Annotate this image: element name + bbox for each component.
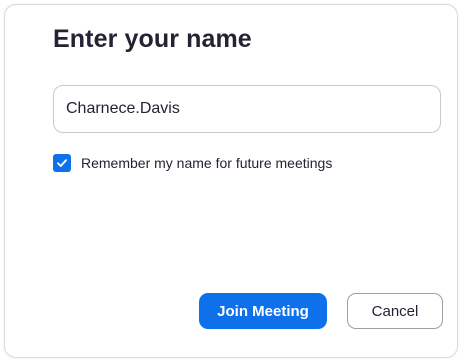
remember-name-option[interactable]: Remember my name for future meetings (53, 153, 332, 173)
cancel-button[interactable]: Cancel (347, 293, 443, 329)
checkmark-icon (57, 159, 67, 167)
join-meeting-button[interactable]: Join Meeting (199, 293, 327, 329)
remember-name-checkbox[interactable] (53, 154, 71, 172)
remember-name-label: Remember my name for future meetings (81, 155, 333, 171)
enter-name-dialog: Enter your name Remember my name for fut… (4, 4, 458, 358)
dialog-title: Enter your name (53, 25, 252, 53)
name-input[interactable] (53, 85, 441, 133)
